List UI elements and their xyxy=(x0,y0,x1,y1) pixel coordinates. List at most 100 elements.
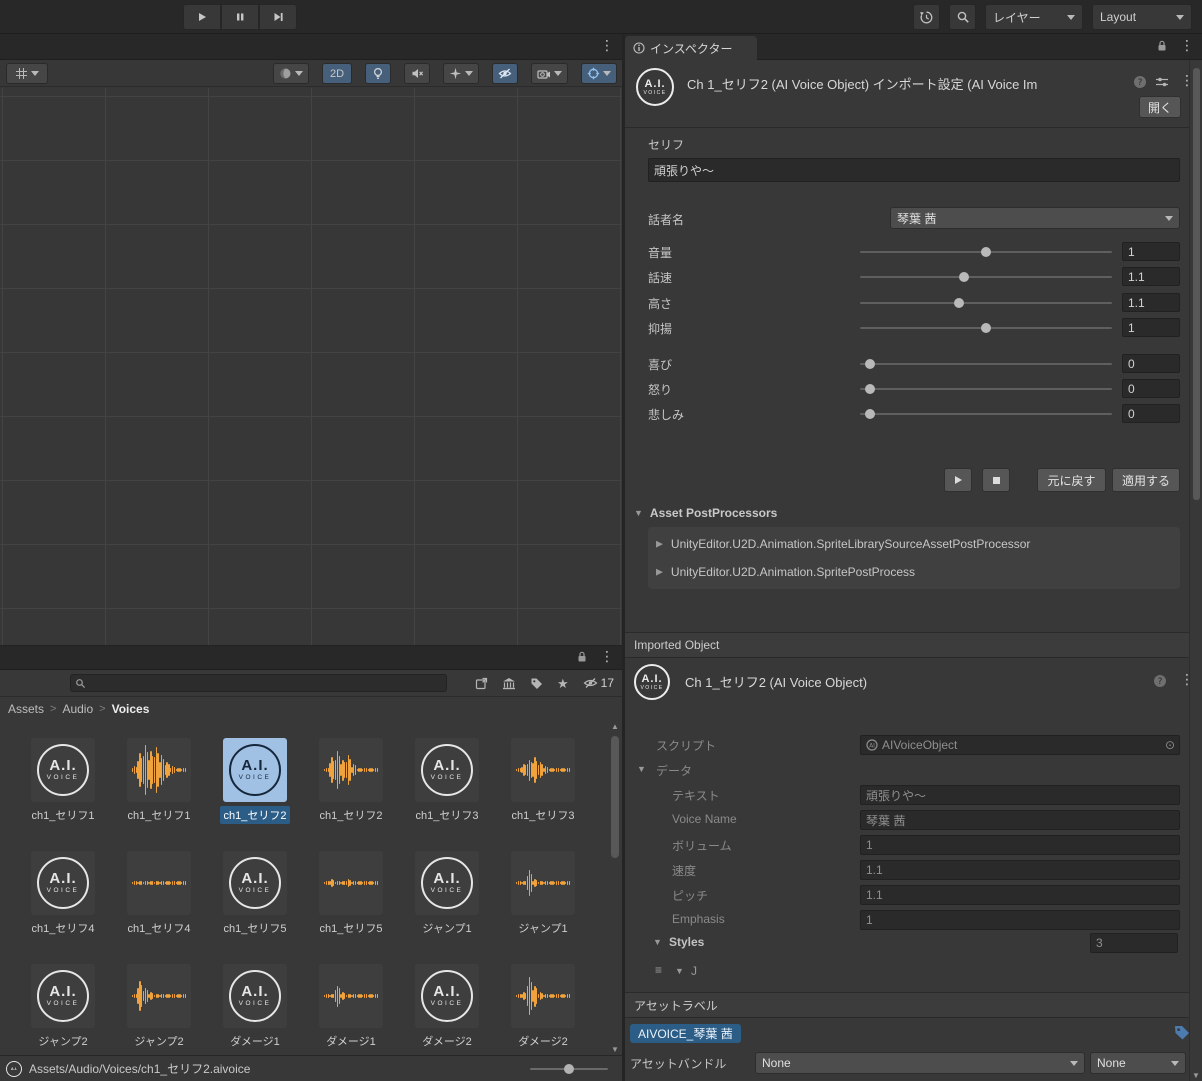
bundle-variant-dropdown[interactable]: None xyxy=(1090,1052,1186,1074)
play-button[interactable] xyxy=(183,4,221,30)
preview-stop-button[interactable] xyxy=(982,468,1010,492)
scrollbar-thumb[interactable] xyxy=(1193,68,1200,500)
asset-item[interactable]: ch1_セリフ2 xyxy=(303,738,399,851)
slider-knob[interactable] xyxy=(564,1064,574,1074)
project-search-input[interactable] xyxy=(90,677,430,689)
slider-track[interactable] xyxy=(860,298,1112,308)
slider-knob[interactable] xyxy=(954,298,964,308)
slider-track[interactable] xyxy=(860,384,1112,394)
slider-knob[interactable] xyxy=(959,272,969,282)
slider-track[interactable] xyxy=(860,359,1112,369)
slider-track[interactable] xyxy=(860,247,1112,257)
thumbnail-size-slider[interactable] xyxy=(530,1064,608,1074)
asset-item[interactable]: ダメージ2 xyxy=(495,964,591,1056)
scene-camera-dropdown[interactable] xyxy=(531,63,568,84)
data-foldout[interactable]: ▼ データ xyxy=(625,760,1180,782)
undo-history-button[interactable] xyxy=(913,4,940,30)
slider-track[interactable] xyxy=(860,409,1112,419)
gizmos-dropdown[interactable] xyxy=(581,63,617,84)
open-search-window-icon[interactable] xyxy=(475,677,488,690)
asset-store-search-icon[interactable] xyxy=(502,677,516,690)
slider-value-field[interactable]: 1 xyxy=(1122,318,1180,337)
asset-item[interactable]: A.I. VOICE ch1_セリフ4 xyxy=(15,851,111,964)
label-tag-icon[interactable] xyxy=(1173,1024,1190,1041)
slider-value-field[interactable]: 0 xyxy=(1122,354,1180,373)
lock-icon[interactable] xyxy=(576,650,588,663)
postprocessor-row[interactable]: ▶ UnityEditor.U2D.Animation.SpritePostPro… xyxy=(648,558,1180,586)
presets-icon[interactable] xyxy=(1155,75,1169,89)
asset-item[interactable]: A.I. VOICE ch1_セリフ2 xyxy=(207,738,303,851)
search-everywhere-button[interactable] xyxy=(949,4,976,30)
asset-item[interactable]: A.I. VOICE ジャンプ1 xyxy=(399,851,495,964)
slider-track[interactable] xyxy=(860,323,1112,333)
favorites-icon[interactable]: ★ xyxy=(557,677,569,690)
asset-item[interactable]: A.I. VOICE ch1_セリフ5 xyxy=(207,851,303,964)
slider-knob[interactable] xyxy=(865,384,875,394)
slider-knob[interactable] xyxy=(865,359,875,369)
serif-text-field[interactable]: 頑張りや～ xyxy=(648,158,1180,182)
scroll-up-icon[interactable]: ▲ xyxy=(610,722,620,731)
pause-button[interactable] xyxy=(221,4,259,30)
drag-handle-icon[interactable]: ≡ xyxy=(655,963,662,977)
scene-visibility-toggle[interactable] xyxy=(492,63,518,84)
breadcrumb-voices[interactable]: Voices xyxy=(112,702,150,716)
slider-value-field[interactable]: 1.1 xyxy=(1122,267,1180,286)
scene-lighting-toggle[interactable] xyxy=(365,63,391,84)
project-panel-menu-icon[interactable]: ⋮ xyxy=(600,649,614,663)
2d-mode-toggle[interactable]: 2D xyxy=(322,63,352,84)
slider-knob[interactable] xyxy=(865,409,875,419)
preview-play-button[interactable] xyxy=(944,468,972,492)
help-icon[interactable]: ? xyxy=(1153,674,1167,688)
step-button[interactable] xyxy=(259,4,297,30)
scene-panel-menu-icon[interactable]: ⋮ xyxy=(600,38,614,52)
asset-item[interactable]: A.I. VOICE ジャンプ2 xyxy=(15,964,111,1056)
asset-item[interactable]: ch1_セリフ3 xyxy=(495,738,591,851)
project-scrollbar[interactable]: ▲ ▼ xyxy=(609,722,621,1054)
scroll-down-icon[interactable]: ▼ xyxy=(1191,1071,1201,1080)
grid-visibility-dropdown[interactable] xyxy=(6,63,48,84)
styles-foldout[interactable]: ▼ Styles 3 xyxy=(625,933,1180,955)
styles-element-row[interactable]: ≡ ▼ J xyxy=(625,962,1180,984)
speaker-dropdown[interactable]: 琴葉 茜 xyxy=(890,207,1180,229)
label-search-icon[interactable] xyxy=(530,677,543,690)
slider-knob[interactable] xyxy=(981,323,991,333)
slider-knob[interactable] xyxy=(981,247,991,257)
inspector-scrollbar[interactable]: ▼ xyxy=(1189,60,1202,1081)
scroll-down-icon[interactable]: ▼ xyxy=(610,1045,620,1054)
asset-item[interactable]: ダメージ1 xyxy=(303,964,399,1056)
scrollbar-thumb[interactable] xyxy=(611,736,619,858)
scene-effects-dropdown[interactable] xyxy=(443,63,479,84)
inspector-panel-menu-icon[interactable]: ⋮ xyxy=(1180,38,1194,52)
slider-value-field[interactable]: 1 xyxy=(1122,242,1180,261)
layout-dropdown[interactable]: Layout xyxy=(1092,4,1192,30)
slider-track[interactable] xyxy=(860,272,1112,282)
slider-value-field[interactable]: 1.1 xyxy=(1122,293,1180,312)
asset-item[interactable]: ch1_セリフ5 xyxy=(303,851,399,964)
asset-item[interactable]: A.I. VOICE ダメージ2 xyxy=(399,964,495,1056)
tab-inspector[interactable]: インスペクター xyxy=(625,36,757,60)
asset-bundle-dropdown[interactable]: None xyxy=(755,1052,1085,1074)
scene-viewport[interactable] xyxy=(0,88,622,645)
scene-audio-toggle[interactable] xyxy=(404,63,430,84)
asset-item[interactable]: A.I. VOICE ch1_セリフ1 xyxy=(15,738,111,851)
open-button[interactable]: 開く xyxy=(1139,96,1181,118)
asset-item[interactable]: ジャンプ2 xyxy=(111,964,207,1056)
revert-button[interactable]: 元に戻す xyxy=(1037,468,1106,492)
asset-item[interactable]: ジャンプ1 xyxy=(495,851,591,964)
hidden-items-counter[interactable]: 17 xyxy=(583,676,614,690)
apply-button[interactable]: 適用する xyxy=(1112,468,1180,492)
asset-item[interactable]: ch1_セリフ1 xyxy=(111,738,207,851)
asset-item[interactable]: ch1_セリフ4 xyxy=(111,851,207,964)
slider-value-field[interactable]: 0 xyxy=(1122,404,1180,423)
shading-mode-dropdown[interactable] xyxy=(273,63,309,84)
asset-label-chip[interactable]: AIVOICE_琴葉 茜 xyxy=(630,1024,741,1043)
breadcrumb-assets[interactable]: Assets xyxy=(8,702,44,716)
slider-value-field[interactable]: 0 xyxy=(1122,379,1180,398)
lock-icon[interactable] xyxy=(1156,39,1168,52)
help-icon[interactable]: ? xyxy=(1133,75,1147,89)
asset-item[interactable]: A.I. VOICE ダメージ1 xyxy=(207,964,303,1056)
layers-dropdown[interactable]: レイヤー xyxy=(985,4,1083,30)
asset-item[interactable]: A.I. VOICE ch1_セリフ3 xyxy=(399,738,495,851)
breadcrumb-audio[interactable]: Audio xyxy=(62,702,93,716)
project-search-field[interactable] xyxy=(70,674,447,692)
